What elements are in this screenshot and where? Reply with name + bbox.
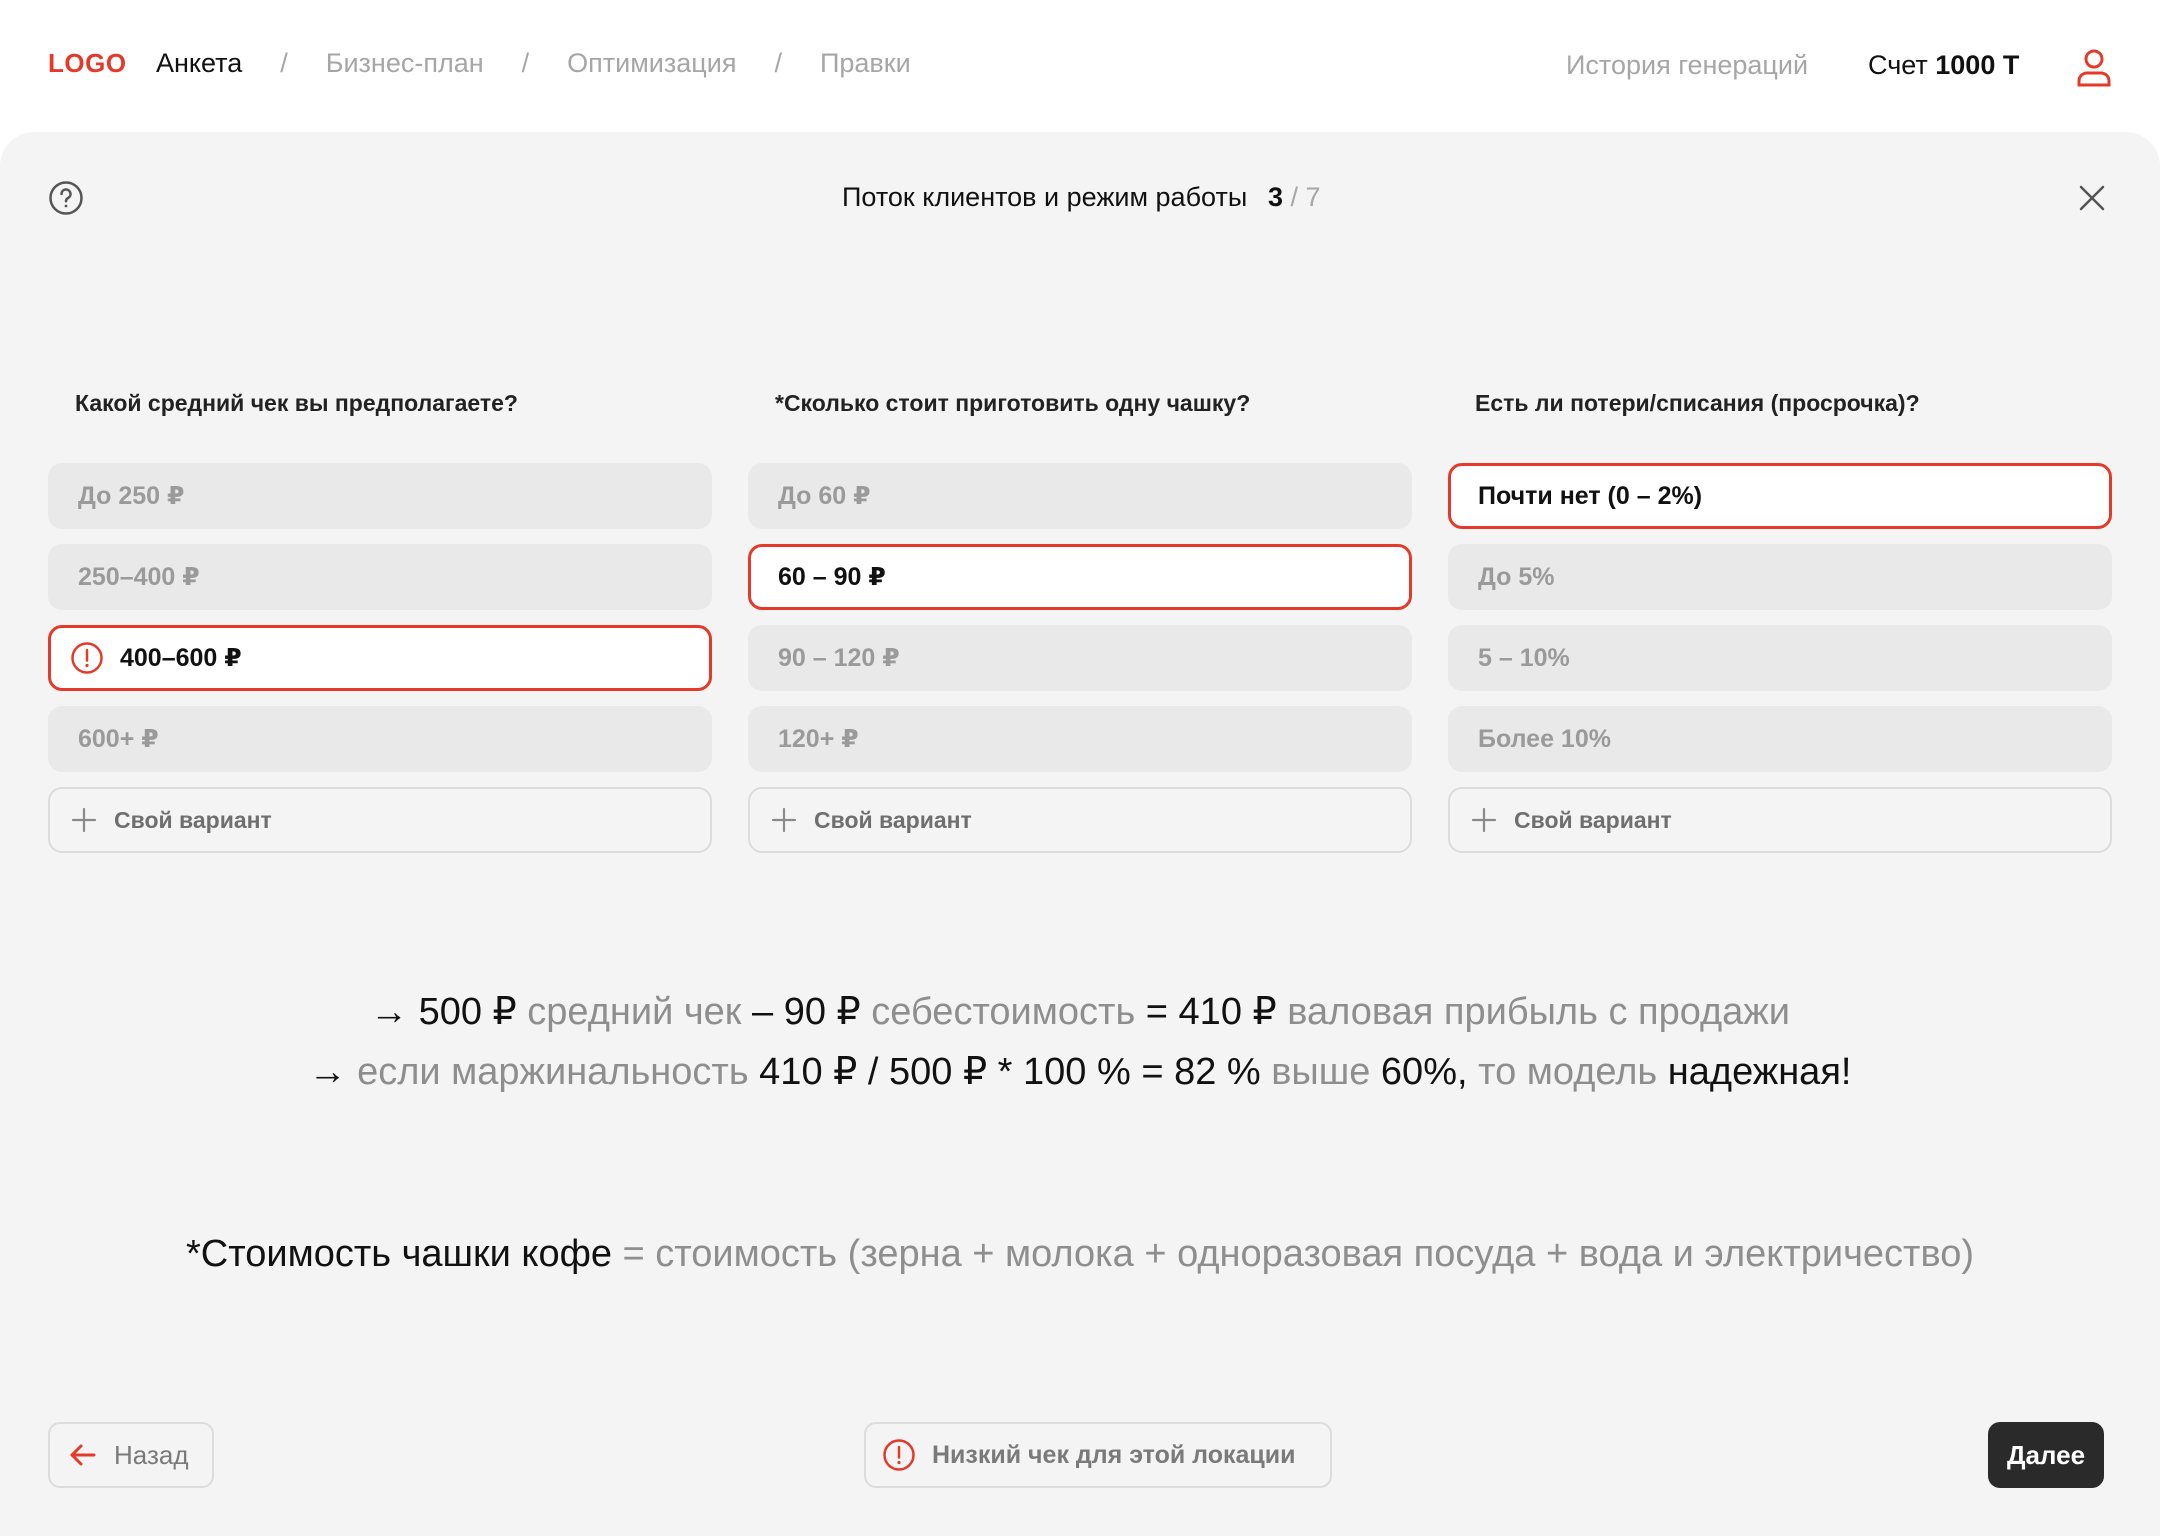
- option-label: 600+ ₽: [78, 725, 159, 753]
- step-title: Поток клиентов и режим работы: [842, 182, 1248, 212]
- option-label: 60 – 90 ₽: [778, 563, 886, 591]
- question-average-check: Какой средний чек вы предполагаете? До 2…: [48, 390, 712, 853]
- custom-option-label: Свой вариант: [814, 806, 972, 833]
- next-button[interactable]: Далее: [1988, 1422, 2104, 1488]
- account-value: 1000 T: [1935, 50, 2020, 80]
- arrow-left-icon: [70, 1444, 96, 1466]
- custom-option-label: Свой вариант: [114, 806, 272, 833]
- option-60-90[interactable]: 60 – 90 ₽: [748, 544, 1412, 610]
- low-check-warning: Низкий чек для этой локации: [864, 1422, 1332, 1488]
- crumb-separator: /: [521, 48, 530, 78]
- formula-part: → 500 ₽: [370, 991, 517, 1033]
- formula-part: если маржинальность: [346, 1051, 760, 1093]
- option-250-400[interactable]: 250–400 ₽: [48, 544, 712, 610]
- formula-part: →: [308, 1051, 347, 1093]
- history-link[interactable]: История генераций: [1566, 50, 1808, 81]
- formula-part: = стоимость (зерна + молока + одноразова…: [612, 1233, 1974, 1275]
- question-cup-cost: *Сколько стоит приготовить одну чашку? Д…: [748, 390, 1412, 853]
- question-label: Есть ли потери/списания (просрочка)?: [1475, 390, 1920, 416]
- option-more-10[interactable]: Более 10%: [1448, 706, 2112, 772]
- formula-part: = 410 ₽: [1145, 991, 1277, 1033]
- option-label: До 60 ₽: [778, 482, 871, 510]
- formula-gross-profit: → 500 ₽ средний чек – 90 ₽ себестоимость…: [0, 982, 2160, 1042]
- plus-icon: [771, 807, 797, 833]
- crumb-business-plan[interactable]: Бизнес-план: [326, 48, 484, 79]
- crumb-optimization[interactable]: Оптимизация: [567, 48, 736, 79]
- custom-option-button[interactable]: Свой вариант: [748, 787, 1412, 853]
- formula-part: выше: [1260, 1051, 1381, 1093]
- plus-icon: [71, 807, 97, 833]
- option-label: 250–400 ₽: [78, 563, 200, 591]
- option-400-600[interactable]: 400–600 ₽: [48, 625, 712, 691]
- step-counter: 3 / 7: [1268, 182, 1321, 213]
- options-list: Почти нет (0 – 2%) До 5% 5 – 10% Более 1…: [1448, 463, 2112, 853]
- option-label: 400–600 ₽: [120, 644, 242, 672]
- help-icon[interactable]: [48, 180, 84, 216]
- top-nav: LOGO Анкета / Бизнес-план / Оптимизация …: [0, 0, 2160, 132]
- options-list: До 250 ₽ 250–400 ₽ 400–600 ₽ 600+ ₽ Свой…: [48, 463, 712, 853]
- option-5-10[interactable]: 5 – 10%: [1448, 625, 2112, 691]
- formula-margin: → если маржинальность 410 ₽ / 500 ₽ * 10…: [0, 1042, 2160, 1102]
- cup-cost-note: *Стоимость чашки кофе = стоимость (зерна…: [0, 1224, 2160, 1284]
- option-up-to-250[interactable]: До 250 ₽: [48, 463, 712, 529]
- warning-icon: [883, 1439, 915, 1471]
- account-label: Счет: [1868, 50, 1928, 80]
- custom-option-button[interactable]: Свой вариант: [48, 787, 712, 853]
- custom-option-label: Свой вариант: [1514, 806, 1672, 833]
- option-label: Почти нет (0 – 2%): [1478, 481, 1703, 510]
- formula-part: валовая прибыль с продажи: [1276, 991, 1790, 1033]
- formula-part: 60%,: [1380, 1051, 1468, 1093]
- step-total: / 7: [1290, 182, 1321, 212]
- option-120-plus[interactable]: 120+ ₽: [748, 706, 1412, 772]
- option-label: 120+ ₽: [778, 725, 859, 753]
- account-balance[interactable]: Счет 1000 T: [1868, 50, 2019, 81]
- option-label: 5 – 10%: [1478, 643, 1570, 672]
- option-label: Более 10%: [1478, 724, 1611, 753]
- option-600-plus[interactable]: 600+ ₽: [48, 706, 712, 772]
- logo[interactable]: LOGO: [48, 48, 127, 79]
- formula-part: – 90 ₽: [752, 991, 861, 1033]
- option-label: До 250 ₽: [78, 482, 185, 510]
- option-90-120[interactable]: 90 – 120 ₽: [748, 625, 1412, 691]
- user-icon[interactable]: [2076, 48, 2112, 88]
- question-label: *Сколько стоит приготовить одну чашку?: [775, 390, 1251, 416]
- plus-icon: [1471, 807, 1497, 833]
- formula-part: то модель: [1467, 1051, 1668, 1093]
- crumb-separator: /: [280, 48, 288, 78]
- formula-part: надежная!: [1667, 1051, 1852, 1093]
- formula-part: *Стоимость чашки кофе: [186, 1233, 612, 1275]
- option-up-to-5[interactable]: До 5%: [1448, 544, 2112, 610]
- formula-part: 410 ₽ / 500 ₽ * 100 % = 82 %: [759, 1051, 1261, 1093]
- close-icon[interactable]: [2076, 182, 2108, 214]
- option-almost-none[interactable]: Почти нет (0 – 2%): [1448, 463, 2112, 529]
- formula-part: себестоимость: [860, 991, 1146, 1033]
- crumb-survey[interactable]: Анкета: [156, 48, 242, 79]
- formula-part: средний чек: [516, 991, 752, 1033]
- custom-option-button[interactable]: Свой вариант: [1448, 787, 2112, 853]
- back-label: Назад: [114, 1439, 189, 1470]
- option-label: До 5%: [1478, 562, 1555, 591]
- warning-icon: [71, 642, 103, 674]
- crumb-separator: /: [774, 48, 782, 78]
- crumb-edits[interactable]: Правки: [820, 48, 911, 79]
- option-up-to-60[interactable]: До 60 ₽: [748, 463, 1412, 529]
- breadcrumb: Анкета / Бизнес-план / Оптимизация / Пра…: [156, 48, 911, 79]
- back-button[interactable]: Назад: [48, 1422, 214, 1488]
- question-losses: Есть ли потери/списания (просрочка)? Поч…: [1448, 390, 2112, 853]
- warning-label: Низкий чек для этой локации: [932, 1440, 1296, 1469]
- step-current: 3: [1268, 182, 1284, 212]
- options-list: До 60 ₽ 60 – 90 ₽ 90 – 120 ₽ 120+ ₽ Свой…: [748, 463, 1412, 853]
- option-label: 90 – 120 ₽: [778, 644, 900, 672]
- question-label: Какой средний чек вы предполагаете?: [75, 390, 518, 416]
